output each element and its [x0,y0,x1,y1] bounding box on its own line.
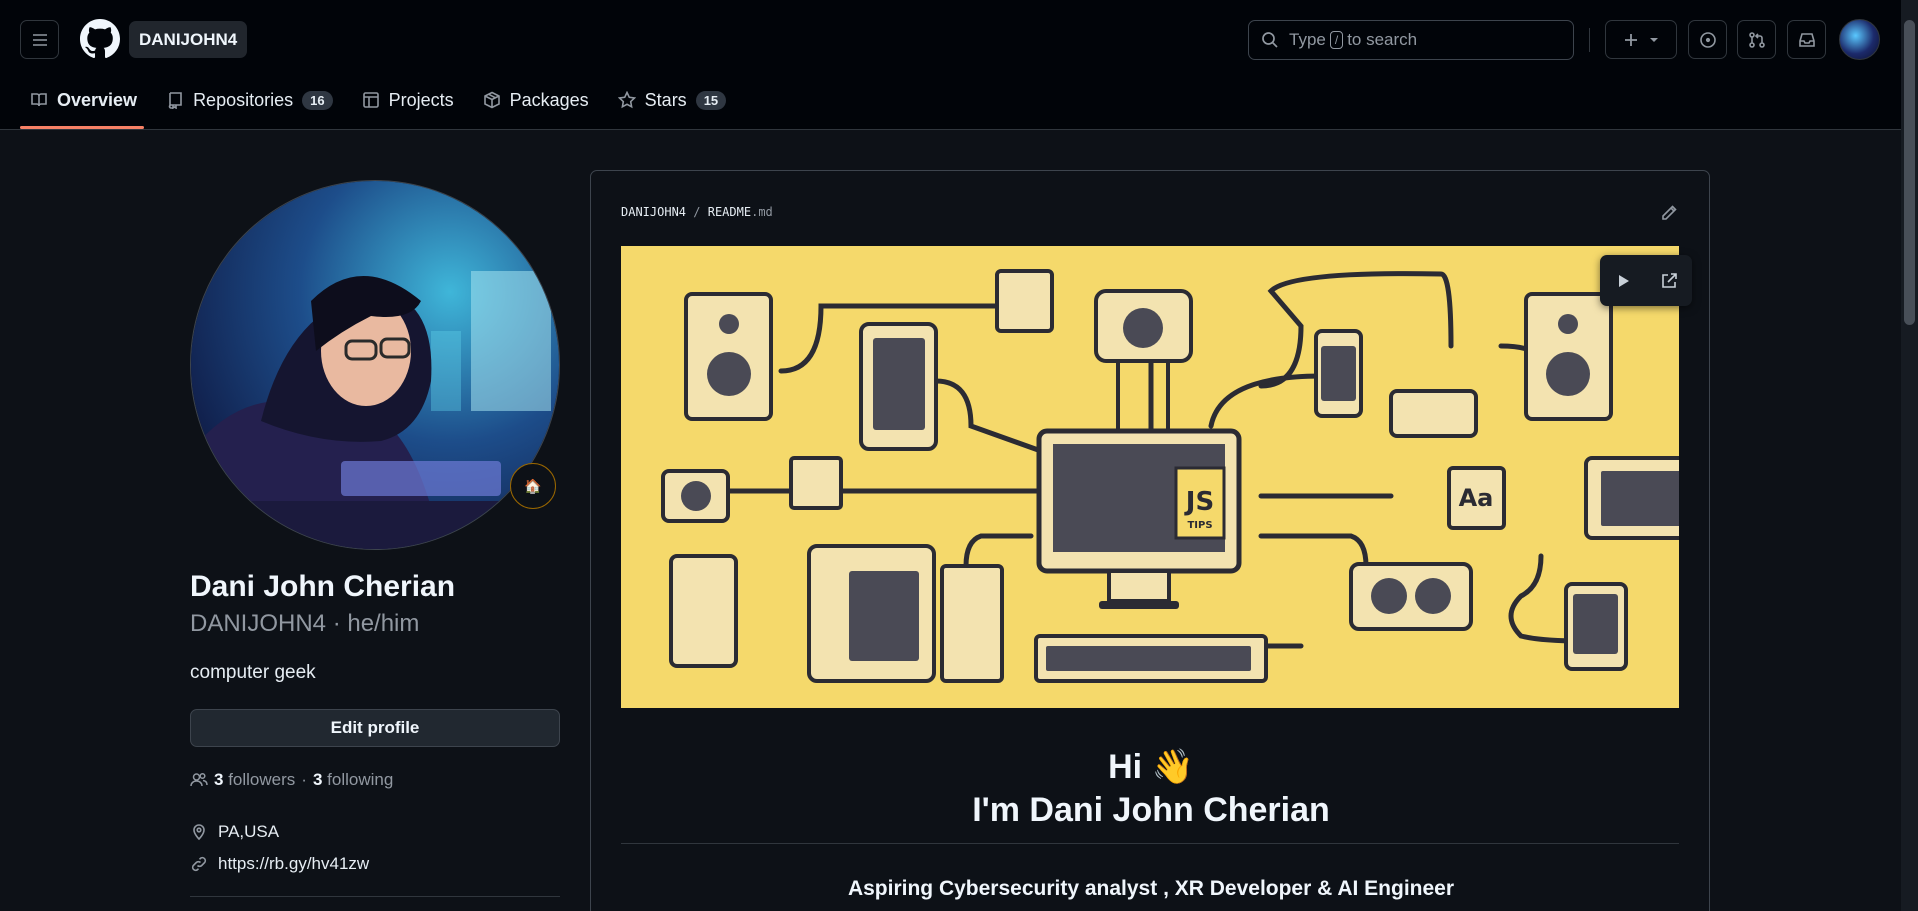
readme-greeting: Hi 👋 [1108,748,1194,786]
readme-card: DANIJOHN4 / README.md JS TIPS Aa Hi 👋 I'… [590,170,1710,911]
user-avatar-menu[interactable] [1839,19,1880,60]
sidebar-divider [190,896,560,897]
banner-js-text: JS [1184,487,1214,517]
create-new-button[interactable] [1605,20,1677,59]
readme-tagline: Aspiring Cybersecurity analyst , XR Deve… [847,877,1455,900]
profile-website[interactable]: https://rb.gy/hv41zw [190,854,369,874]
pencil-icon[interactable] [1659,203,1679,223]
repositories-count-badge: 16 [302,90,333,110]
website-link[interactable]: https://rb.gy/hv41zw [218,854,369,874]
tab-projects-label: Projects [388,89,454,110]
location-icon [193,824,205,841]
tab-projects[interactable]: Projects [352,80,464,120]
tab-repositories-label: Repositories [193,89,294,110]
search-icon [1262,32,1278,48]
inbox-icon [1798,32,1815,47]
star-icon [617,91,636,109]
profile-avatar[interactable] [190,180,560,550]
page-scrollbar-thumb[interactable] [1904,20,1915,325]
plus-icon [1625,33,1637,46]
following-label: following [327,770,394,789]
readme-heading: I'm Dani John Cherian [972,791,1330,829]
search-shortcut-key: / [1329,31,1344,49]
issues-button[interactable] [1688,20,1727,59]
banner-aa-text: Aa [1459,484,1494,512]
profile-bio: computer geek [190,662,316,683]
table-icon [362,92,379,108]
global-header: DANIJOHN4 Type / to search Overview Repo… [0,0,1918,130]
location-text: PA,USA [218,822,280,841]
link-external-icon[interactable] [1660,272,1678,290]
package-icon [483,91,500,109]
context-breadcrumb[interactable]: DANIJOHN4 [129,21,248,58]
tab-stars[interactable]: Stars 15 [608,80,736,120]
readme-file-ext: .md [751,205,773,219]
following-link[interactable]: 3 following [313,770,393,790]
devices-illustration: JS TIPS Aa [661,269,1679,683]
tab-packages[interactable]: Packages [473,80,599,120]
profile-avatar-image [191,181,559,549]
banner-tips-text: TIPS [1187,520,1212,531]
link-icon [191,856,207,872]
search-placeholder-prefix: Type [1289,30,1326,49]
gif-controls [1600,255,1692,306]
follow-stats: 3 followers · 3 following [190,770,393,790]
profile-username: DANIJOHN4 · he/him [190,610,420,637]
followers-label: followers [228,770,296,789]
git-pull-request-icon [1748,31,1765,48]
book-icon [31,93,47,107]
follow-separator: · [301,770,307,789]
caret-down-icon [1650,37,1658,42]
readme-owner-link[interactable]: DANIJOHN4 [621,205,686,219]
readme-separator: / [693,205,701,219]
stars-count-badge: 15 [695,90,727,110]
github-logo-icon[interactable] [80,19,120,59]
active-tab-indicator [20,126,144,129]
inbox-button[interactable] [1787,20,1826,59]
following-count: 3 [312,770,323,789]
header-divider [1589,28,1590,52]
profile-full-name: Dani John Cherian [190,570,456,603]
people-icon [190,772,208,787]
profile-tabs: Overview Repositories 16 Projects Packag… [20,80,745,130]
search-placeholder-suffix: to search [1347,30,1418,49]
tab-repositories[interactable]: Repositories 16 [156,80,343,120]
pull-requests-button[interactable] [1737,20,1776,59]
menu-button[interactable] [20,20,59,59]
profile-location: PA,USA [190,822,279,842]
followers-count: 3 [214,770,224,789]
edit-profile-button[interactable]: Edit profile [190,709,560,747]
followers-link[interactable]: 3 followers [214,770,295,790]
hamburger-icon [32,33,47,46]
tab-packages-label: Packages [509,89,589,110]
readme-heading-rule [621,843,1679,844]
issue-opened-icon [1699,31,1716,48]
repo-icon [168,92,182,109]
tab-stars-label: Stars [644,89,687,110]
status-emoji-button[interactable]: 🏠 [510,463,556,509]
tab-overview[interactable]: Overview [20,80,147,120]
readme-file-name[interactable]: README [708,205,751,219]
search-input[interactable]: Type / to search [1248,20,1574,60]
play-icon[interactable] [1615,273,1631,289]
readme-banner-image: JS TIPS Aa [621,246,1679,708]
tab-overview-label: Overview [57,89,138,110]
readme-breadcrumb: DANIJOHN4 / README.md [621,205,773,219]
